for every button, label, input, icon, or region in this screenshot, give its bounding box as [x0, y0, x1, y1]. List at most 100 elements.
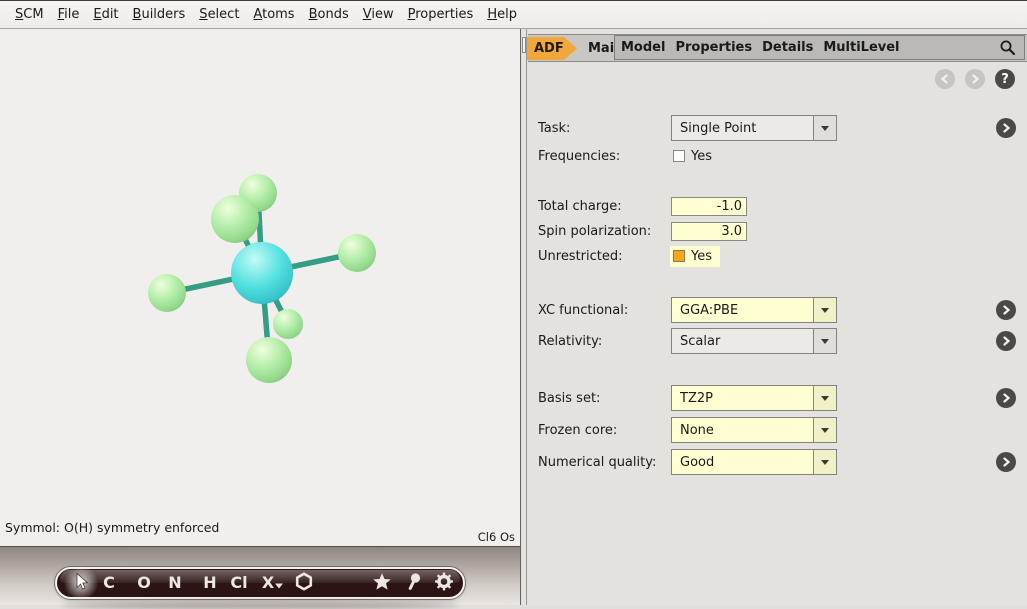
numerical-quality-detail-button[interactable] — [996, 452, 1016, 472]
dropdown-arrow-button[interactable] — [813, 298, 836, 322]
dropdown-arrow-icon — [821, 339, 829, 344]
chevron-right-icon — [1001, 123, 1011, 133]
chevron-right-icon — [1001, 336, 1011, 346]
menu-file[interactable]: File — [51, 3, 87, 26]
spin-polarization-row: Spin polarization: — [528, 218, 1027, 244]
history-forward-button[interactable] — [965, 69, 985, 89]
molecule-viewer[interactable]: Symmol: O(H) symmetry enforced Cl6 Os — [0, 29, 521, 546]
total-charge-row: Total charge: — [528, 193, 1027, 219]
task-detail-button[interactable] — [996, 118, 1016, 138]
basis-set-dropdown[interactable]: TZ2P — [671, 385, 837, 411]
chevron-right-icon — [1001, 457, 1011, 467]
total-charge-label: Total charge: — [538, 199, 622, 214]
dropdown-arrow-button[interactable] — [813, 418, 836, 442]
element-button-h[interactable]: H — [203, 575, 216, 591]
star-icon — [372, 572, 392, 591]
dropdown-arrow-icon — [821, 428, 829, 433]
menu-help[interactable]: Help — [480, 3, 524, 26]
adfinput-window: SCM File Edit Builders Select Atoms Bond… — [0, 0, 1027, 604]
atom-cl[interactable] — [273, 309, 303, 339]
toolbar-reflection — [62, 601, 458, 609]
toolbar-gloss — [60, 570, 460, 583]
atom-cl[interactable] — [148, 274, 186, 312]
task-value: Single Point — [672, 116, 813, 140]
settings-button[interactable] — [435, 572, 454, 594]
dropdown-arrow-icon — [821, 396, 829, 401]
menu-view[interactable]: View — [356, 3, 401, 26]
help-button[interactable]: ? — [995, 69, 1015, 89]
frequencies-checkbox[interactable] — [673, 150, 685, 162]
dropdown-arrow-button[interactable] — [813, 116, 836, 140]
element-button-o[interactable]: O — [137, 575, 151, 591]
menu-atoms[interactable]: Atoms — [246, 3, 301, 26]
menu-builders[interactable]: Builders — [126, 3, 193, 26]
structure-tool-button[interactable] — [405, 572, 423, 594]
menu-edit[interactable]: Edit — [86, 3, 125, 26]
numerical-quality-value: Good — [672, 450, 813, 474]
atom-cl[interactable] — [338, 234, 376, 272]
menu-bonds[interactable]: Bonds — [302, 3, 356, 26]
numerical-quality-dropdown[interactable]: Good — [671, 449, 837, 475]
wand-icon — [405, 572, 423, 591]
hexagon-ring-icon — [294, 572, 314, 592]
menu-select[interactable]: Select — [192, 3, 246, 26]
favorites-button[interactable] — [372, 572, 392, 594]
dropdown-arrow-button[interactable] — [813, 386, 836, 410]
basis-set-detail-button[interactable] — [996, 388, 1016, 408]
splitter-handle[interactable] — [522, 37, 526, 53]
tab-bar: ADF Main Model Properties Details MultiL… — [528, 34, 1027, 62]
dropdown-arrow-icon — [821, 460, 829, 465]
spin-polarization-input[interactable] — [671, 222, 747, 241]
xc-functional-label: XC functional: — [538, 303, 628, 318]
tab-multilevel[interactable]: MultiLevel — [823, 40, 899, 55]
element-dropdown-arrow-icon[interactable] — [275, 584, 283, 589]
chevron-right-icon — [1001, 305, 1011, 315]
frozen-core-row: Frozen core: None — [528, 417, 1027, 443]
frozen-core-dropdown[interactable]: None — [671, 417, 837, 443]
xc-functional-detail-button[interactable] — [996, 300, 1016, 320]
element-button-c[interactable]: C — [103, 575, 115, 591]
total-charge-input[interactable] — [671, 197, 747, 216]
help-question-mark: ? — [1001, 72, 1009, 87]
select-cursor-tool[interactable] — [71, 572, 89, 595]
atom-os[interactable] — [231, 242, 293, 304]
relativity-dropdown[interactable]: Scalar — [671, 328, 837, 354]
formula-label: Cl6 Os — [478, 530, 515, 544]
tab-details[interactable]: Details — [762, 40, 813, 55]
frequencies-label: Frequencies: — [538, 149, 620, 164]
element-button-cl[interactable]: Cl — [230, 575, 247, 591]
builder-toolbar: C O N H Cl X — [55, 567, 465, 599]
xc-functional-dropdown[interactable]: GGA:PBE — [671, 297, 837, 323]
basis-set-value: TZ2P — [672, 386, 813, 410]
molecule-canvas[interactable] — [0, 29, 521, 546]
task-label: Task: — [538, 121, 570, 136]
atom-cl[interactable] — [246, 337, 292, 383]
task-row: Task: Single Point — [528, 115, 1027, 141]
gear-icon — [435, 572, 454, 591]
tab-model[interactable]: Model — [621, 40, 665, 55]
dropdown-arrow-button[interactable] — [813, 329, 836, 353]
tab-properties[interactable]: Properties — [675, 40, 752, 55]
menu-scm[interactable]: SCM — [8, 3, 51, 26]
element-button-n[interactable]: N — [168, 575, 181, 591]
search-icon[interactable] — [999, 39, 1016, 56]
menu-properties[interactable]: Properties — [401, 3, 481, 26]
frozen-core-label: Frozen core: — [538, 423, 617, 438]
panel-splitter[interactable] — [522, 29, 527, 605]
dropdown-arrow-button[interactable] — [813, 450, 836, 474]
chevron-right-icon — [1001, 393, 1011, 403]
relativity-detail-button[interactable] — [996, 331, 1016, 351]
unrestricted-chip: Yes — [670, 246, 720, 267]
chevron-left-icon — [940, 74, 950, 84]
atom-cl[interactable] — [211, 195, 259, 243]
history-back-button[interactable] — [935, 69, 955, 89]
tab-group: Model Properties Details MultiLevel — [614, 35, 1025, 60]
element-button-x[interactable]: X — [262, 575, 274, 591]
relativity-label: Relativity: — [538, 334, 602, 349]
xc-functional-row: XC functional: GGA:PBE — [528, 297, 1027, 323]
xc-functional-value: GGA:PBE — [672, 298, 813, 322]
unrestricted-checkbox[interactable] — [673, 250, 685, 262]
task-dropdown[interactable]: Single Point — [671, 115, 837, 141]
unrestricted-label: Unrestricted: — [538, 249, 623, 264]
ring-tool-button[interactable] — [294, 572, 314, 595]
